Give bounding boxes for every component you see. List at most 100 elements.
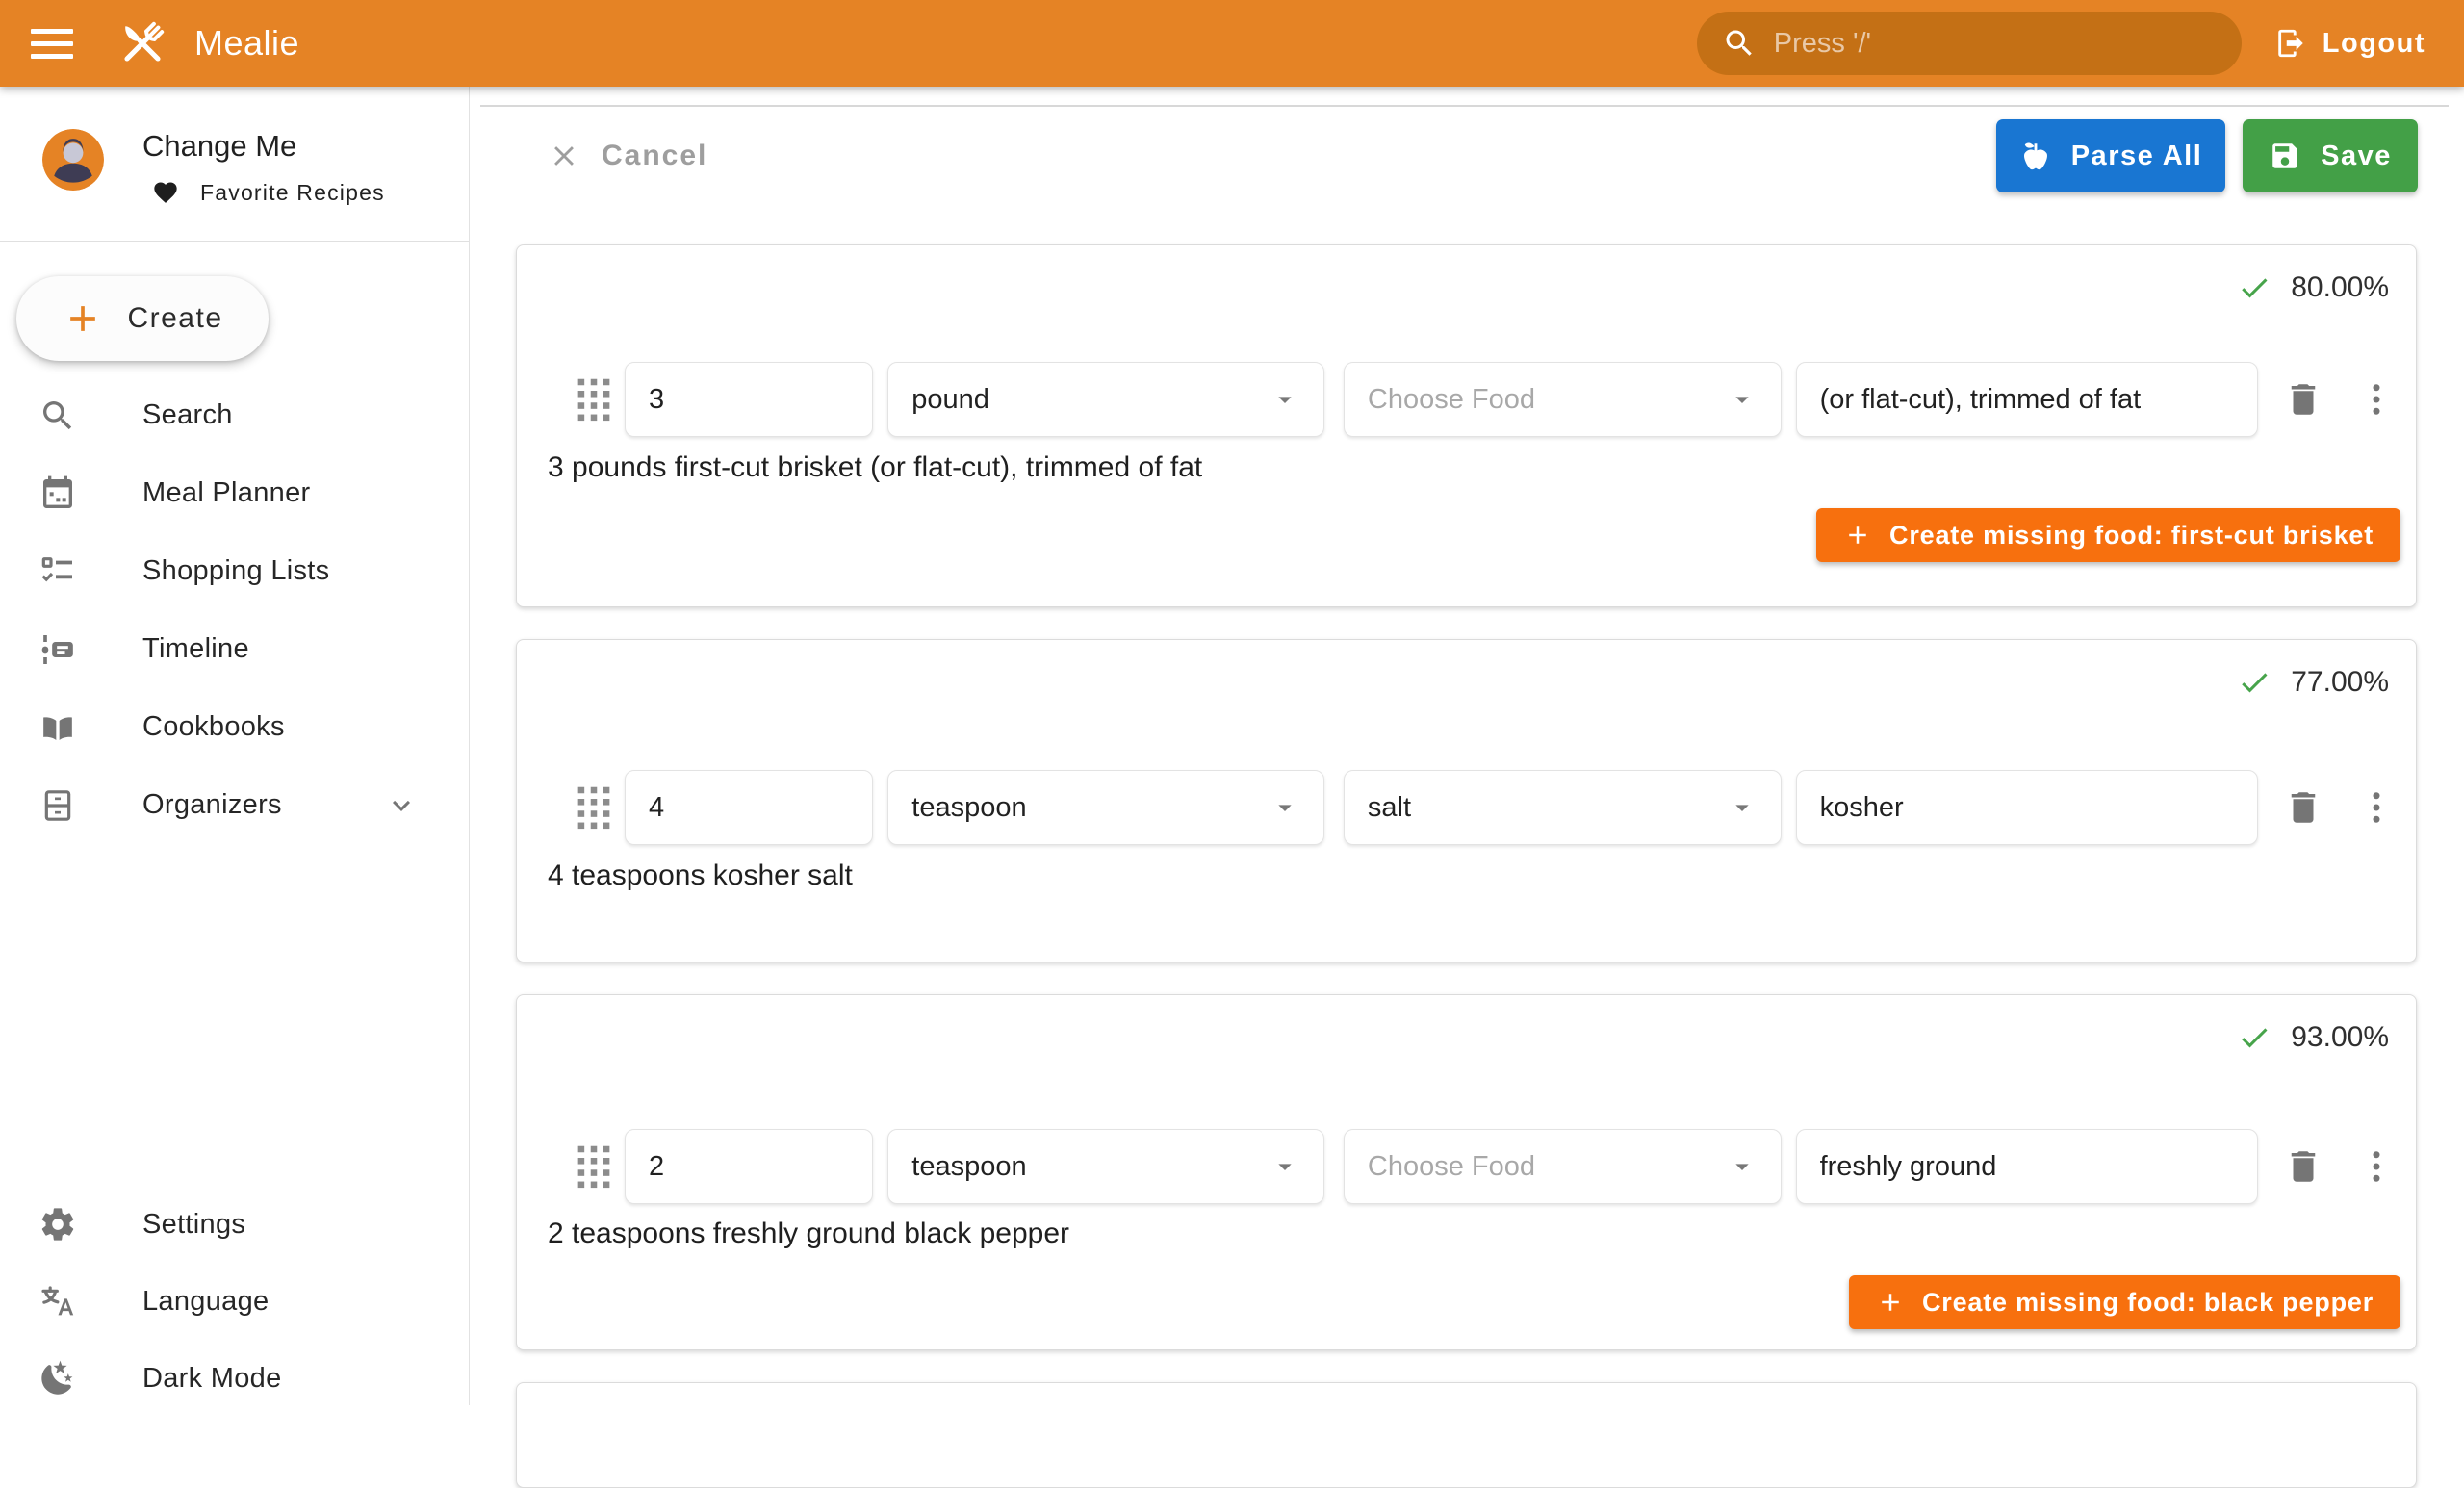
app-title: Mealie <box>194 23 299 64</box>
sidebar-item-label: Search <box>142 399 233 431</box>
save-icon <box>2269 140 2301 172</box>
menu-down-icon <box>1727 792 1758 823</box>
confidence-value: 80.00% <box>2291 271 2389 304</box>
note-input-wrap <box>1796 1129 2258 1204</box>
original-ingredient-text: 3 pounds first-cut brisket (or flat-cut)… <box>548 451 1202 484</box>
sidebar-item-label: Meal Planner <box>142 477 310 509</box>
menu-icon[interactable] <box>31 22 73 64</box>
confidence-indicator: 77.00% <box>2237 665 2389 700</box>
content-divider <box>480 105 2449 107</box>
note-input-wrap <box>1796 770 2258 845</box>
search-icon <box>38 397 77 435</box>
ingredient-row: teaspoon Choose Food <box>577 1129 2397 1204</box>
menu-down-icon <box>1727 1151 1758 1182</box>
check-icon <box>2237 1020 2272 1055</box>
moon-icon <box>38 1359 77 1398</box>
create-button[interactable]: Create <box>16 276 269 361</box>
create-missing-food-label: Create missing food: black pepper <box>1922 1288 2374 1318</box>
dots-vertical-icon[interactable] <box>2356 379 2397 420</box>
note-input[interactable] <box>1820 792 2234 824</box>
cancel-button[interactable]: Cancel <box>548 140 707 172</box>
confidence-indicator: 93.00% <box>2237 1020 2389 1055</box>
sidebar-item-timeline[interactable]: Timeline <box>0 610 469 688</box>
cancel-label: Cancel <box>602 140 707 172</box>
chevron-down-icon <box>384 788 419 823</box>
quantity-input-wrap <box>625 770 873 845</box>
favorites-label: Favorite Recipes <box>200 180 385 206</box>
note-input[interactable] <box>1820 384 2234 416</box>
sidebar-item-settings[interactable]: Settings <box>0 1186 469 1263</box>
food-select[interactable]: Choose Food <box>1344 1129 1782 1204</box>
translate-icon <box>38 1282 77 1321</box>
create-missing-food-button[interactable]: Create missing food: first-cut brisket <box>1816 508 2400 562</box>
ingredient-card <box>516 1382 2417 1488</box>
drag-handle-icon[interactable] <box>577 785 611 830</box>
note-input-wrap <box>1796 362 2258 437</box>
dots-vertical-icon[interactable] <box>2356 787 2397 828</box>
sidebar-item-label: Dark Mode <box>142 1363 282 1395</box>
logout-button[interactable]: Logout <box>2274 27 2426 60</box>
menu-down-icon <box>1727 384 1758 415</box>
unit-select[interactable]: pound <box>887 362 1324 437</box>
food-placeholder: Choose Food <box>1368 384 1535 416</box>
book-icon <box>38 708 77 747</box>
parse-all-button[interactable]: Parse All <box>1996 119 2225 192</box>
create-missing-food-button[interactable]: Create missing food: black pepper <box>1849 1275 2400 1329</box>
quantity-input[interactable] <box>649 384 849 416</box>
sidebar-item-organizers[interactable]: Organizers <box>0 766 469 844</box>
search-bar[interactable] <box>1697 12 2242 75</box>
trash-icon[interactable] <box>2283 379 2323 420</box>
create-label: Create <box>127 302 222 335</box>
drag-handle-icon[interactable] <box>577 1144 611 1189</box>
sidebar-item-shopping-lists[interactable]: Shopping Lists <box>0 532 469 610</box>
sidebar-item-search[interactable]: Search <box>0 376 469 454</box>
user-name: Change Me <box>142 129 385 164</box>
confidence-value: 77.00% <box>2291 666 2389 699</box>
sidebar-item-label: Shopping Lists <box>142 555 329 587</box>
parse-all-label: Parse All <box>2071 141 2203 172</box>
plus-icon <box>1843 521 1872 550</box>
original-ingredient-text: 4 teaspoons kosher salt <box>548 859 853 892</box>
menu-down-icon <box>1270 1151 1300 1182</box>
main-content: Cancel Parse All Save 80.00% <box>471 87 2464 1405</box>
close-icon <box>548 140 580 172</box>
quantity-input[interactable] <box>649 1151 849 1183</box>
quantity-input[interactable] <box>649 792 849 824</box>
checklist-icon <box>38 552 77 591</box>
sidebar-nav: Search Meal Planner Shopping Lists <box>0 376 469 844</box>
sidebar-item-dark-mode[interactable]: Dark Mode <box>0 1340 469 1417</box>
sidebar: Change Me Favorite Recipes Create Search <box>0 87 470 1405</box>
heart-icon <box>152 179 179 206</box>
sidebar-divider <box>0 241 469 242</box>
unit-select[interactable]: teaspoon <box>887 1129 1324 1204</box>
check-icon <box>2237 270 2272 305</box>
avatar[interactable] <box>42 129 104 191</box>
dots-vertical-icon[interactable] <box>2356 1146 2397 1187</box>
save-button[interactable]: Save <box>2243 119 2418 192</box>
sidebar-item-language[interactable]: Language <box>0 1263 469 1340</box>
drag-handle-icon[interactable] <box>577 377 611 422</box>
trash-icon[interactable] <box>2283 787 2323 828</box>
parser-toolbar: Cancel Parse All Save <box>548 119 2418 192</box>
organizers-icon <box>38 786 77 825</box>
ingredient-card: 93.00% teaspoon Choose Food <box>516 994 2417 1350</box>
sidebar-item-meal-planner[interactable]: Meal Planner <box>0 454 469 532</box>
check-icon <box>2237 665 2272 700</box>
ingredient-list: 80.00% pound Choose Food <box>516 244 2417 1488</box>
user-profile[interactable]: Change Me Favorite Recipes <box>42 129 469 206</box>
food-select[interactable]: salt <box>1344 770 1782 845</box>
search-icon <box>1722 26 1757 61</box>
search-input[interactable] <box>1774 28 2217 60</box>
trash-icon[interactable] <box>2283 1146 2323 1187</box>
food-select[interactable]: Choose Food <box>1344 362 1782 437</box>
favorite-recipes-link[interactable]: Favorite Recipes <box>152 179 385 206</box>
unit-select[interactable]: teaspoon <box>887 770 1324 845</box>
unit-value: teaspoon <box>911 792 1026 824</box>
confidence-indicator: 80.00% <box>2237 270 2389 305</box>
unit-value: pound <box>911 384 989 416</box>
note-input[interactable] <box>1820 1151 2234 1183</box>
sidebar-item-cookbooks[interactable]: Cookbooks <box>0 688 469 766</box>
menu-down-icon <box>1270 792 1300 823</box>
quantity-input-wrap <box>625 1129 873 1204</box>
calendar-icon <box>38 475 77 513</box>
